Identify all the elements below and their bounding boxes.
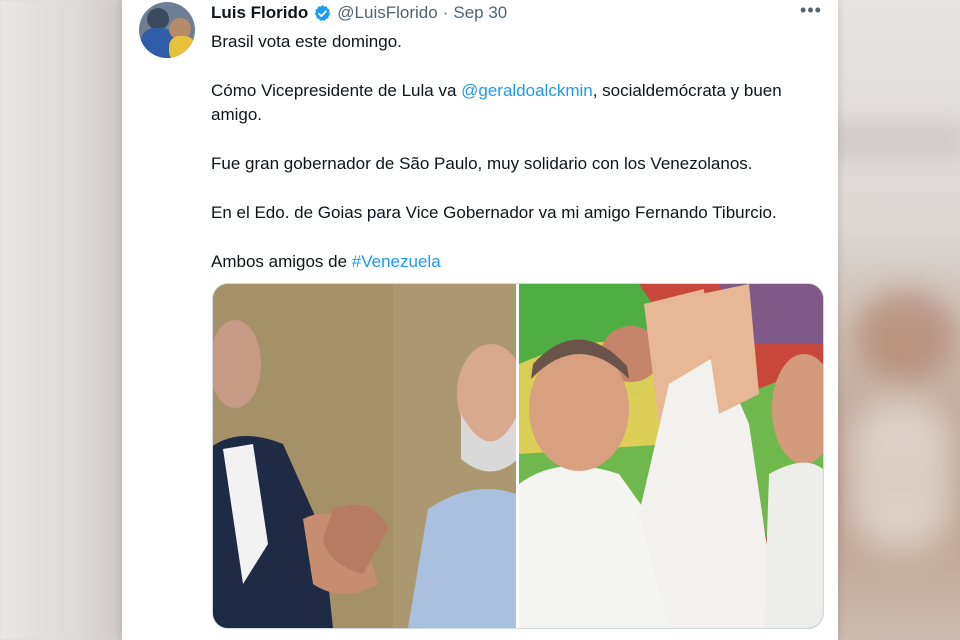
photo-left[interactable] [213, 284, 516, 628]
display-name[interactable]: Luis Florido [211, 3, 308, 23]
text-segment: Ambos amigos de [211, 252, 352, 271]
tweet-header: Luis Florido @LuisFlorido · Sep 30 [211, 2, 507, 24]
paragraph: Cómo Vicepresidente de Lula va @geraldoa… [211, 79, 811, 127]
tweet-text: Brasil vota este domingo. Cómo Vicepresi… [211, 30, 811, 299]
user-handle[interactable]: @LuisFlorido [337, 3, 437, 23]
photo-right-illustration [519, 284, 823, 628]
photo-right[interactable] [519, 284, 823, 628]
paragraph: Brasil vota este domingo. [211, 30, 811, 54]
photo-left-illustration [213, 284, 516, 628]
text-segment: Brasil vota este domingo. [211, 32, 402, 51]
paragraph: En el Edo. de Goias para Vice Gobernador… [211, 201, 811, 225]
paragraph: Ambos amigos de #Venezuela [211, 250, 811, 274]
tweet-media[interactable] [212, 283, 824, 629]
avatar[interactable] [139, 2, 195, 58]
text-segment: En el Edo. de Goias para Vice Gobernador… [211, 203, 777, 222]
text-segment: Cómo Vicepresidente de Lula va [211, 81, 462, 100]
more-horizontal-icon[interactable]: ••• [800, 1, 822, 24]
paragraph: Fue gran gobernador de São Paulo, muy so… [211, 152, 811, 176]
tweet-card[interactable]: Luis Florido @LuisFlorido · Sep 30 ••• B… [122, 0, 838, 640]
separator-dot: · [442, 3, 449, 22]
background-left [0, 0, 122, 640]
mention-link[interactable]: @geraldoalckmin [461, 81, 593, 100]
background-right [836, 0, 960, 640]
verified-badge-icon [315, 4, 331, 21]
text-segment: Fue gran gobernador de São Paulo, muy so… [211, 154, 753, 173]
tweet-date[interactable]: Sep 30 [453, 3, 507, 23]
hashtag-link[interactable]: #Venezuela [352, 252, 441, 271]
